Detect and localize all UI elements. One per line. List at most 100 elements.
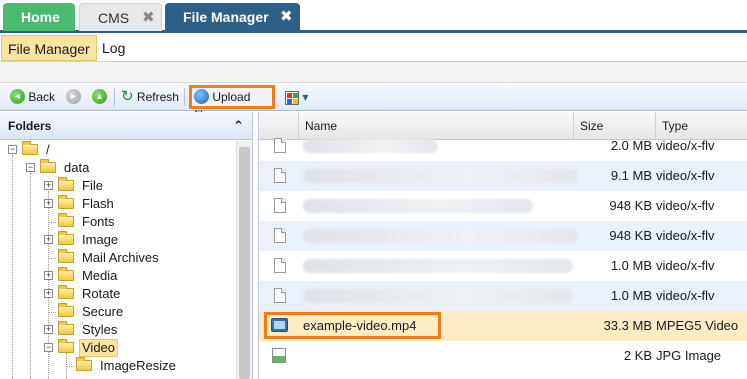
tree-node[interactable]: + Flash (0, 195, 236, 213)
table-row[interactable]: 1.0 MB video/x-flv (259, 281, 747, 311)
folder-icon (58, 213, 74, 227)
file-type: JPG Image (656, 348, 722, 363)
tree-node-label: Video (79, 339, 119, 357)
folder-icon (58, 195, 74, 209)
main-tab-bar: Home CMS ✖ File Manager ✖ (0, 0, 747, 33)
file-icon (274, 258, 286, 273)
up-button[interactable]: ▴ (92, 87, 107, 107)
folders-header: Folders ⌃ (0, 112, 252, 140)
scrollbar-thumb[interactable] (239, 147, 250, 379)
table-row[interactable]: 9.1 MB video/x-flv (259, 161, 747, 191)
tree-node-label: Fonts (82, 214, 115, 229)
back-label: Back (28, 90, 56, 104)
collapse-toggle-icon[interactable]: − (8, 145, 17, 154)
blurred-file-name (303, 199, 533, 213)
tree-node[interactable]: − data (0, 159, 236, 177)
file-size: 948 KB (609, 198, 652, 213)
collapse-icon[interactable]: ⌃ (233, 112, 244, 140)
file-icon (274, 288, 286, 303)
file-type: video/x-flv (656, 168, 715, 183)
blurred-file-name (303, 289, 573, 303)
upload-files-button[interactable]: Upload files (189, 85, 275, 122)
tree-node[interactable]: + File (0, 177, 236, 195)
expand-toggle-icon[interactable]: + (44, 199, 53, 208)
tree-node[interactable]: − / (0, 141, 236, 159)
file-size: 948 KB (609, 228, 652, 243)
folder-open-icon (22, 141, 38, 155)
chevron-down-icon: ▾ (302, 90, 309, 104)
folder-tree: − / − data + File + Flash Fonts + Image … (0, 141, 236, 379)
blurred-file-name (303, 259, 573, 273)
folders-panel: Folders ⌃ − / − data + File + Flash Font… (0, 112, 253, 379)
tree-node[interactable]: ImageResize (0, 357, 236, 375)
folder-icon (58, 303, 74, 317)
tab-home[interactable]: Home (3, 3, 75, 31)
expand-toggle-icon[interactable]: + (44, 289, 53, 298)
view-mode-button[interactable]: ▾ (285, 87, 308, 107)
file-type: MPEG5 Video (656, 318, 739, 333)
forward-button[interactable]: ▸ (66, 87, 81, 107)
file-type: video/x-flv (656, 198, 715, 213)
file-size: 2 KB (623, 348, 652, 363)
subtab-log[interactable]: Log (96, 35, 131, 61)
folders-scrollbar[interactable] (236, 141, 252, 379)
tree-node-label: Media (82, 268, 118, 283)
toolbar-divider (114, 88, 115, 106)
table-row[interactable]: 948 KB video/x-flv (259, 221, 747, 251)
jpg-file-icon (272, 348, 286, 363)
tree-line (66, 366, 74, 367)
table-row[interactable]: 1.0 MB video/x-flv (259, 251, 747, 281)
globe-upload-icon (194, 89, 209, 105)
collapse-toggle-icon[interactable]: − (26, 163, 35, 172)
view-grid-icon (285, 90, 299, 105)
tree-line (48, 258, 56, 259)
back-button[interactable]: ◂ Back (10, 87, 55, 107)
tree-node-label: Styles (82, 322, 118, 337)
refresh-label: Refresh (136, 90, 179, 104)
folder-icon (58, 267, 74, 281)
expand-toggle-icon[interactable]: + (44, 235, 53, 244)
expand-toggle-icon[interactable]: + (44, 181, 53, 190)
refresh-button[interactable]: ↻ Refresh (121, 87, 179, 107)
file-size: 1.0 MB (610, 258, 652, 273)
tree-node-label: Rotate (82, 286, 121, 301)
tree-node-label: ImageResize (100, 358, 176, 373)
file-type: video/x-flv (656, 258, 715, 273)
table-row-selected[interactable]: example-video.mp4 33.3 MB MPEG5 Video (259, 311, 747, 341)
table-row[interactable]: 2.0 MB video/x-flv (259, 131, 747, 161)
tree-node[interactable]: + Media (0, 267, 236, 285)
tab-cms[interactable]: CMS ✖ (79, 3, 162, 31)
tree-node-label: Image (82, 232, 119, 247)
spacer (0, 62, 747, 83)
tab-home-label: Home (21, 9, 60, 25)
file-icon (274, 168, 286, 183)
sub-tab-bar: File Manager Log (0, 33, 747, 62)
table-row[interactable]: 948 KB video/x-flv (259, 191, 747, 221)
file-type: video/x-flv (656, 228, 715, 243)
tree-node[interactable]: Mail Archives (0, 249, 236, 267)
tree-node-selected[interactable]: − Video (0, 339, 236, 357)
close-icon[interactable]: ✖ (142, 4, 155, 32)
collapse-toggle-icon[interactable]: − (44, 343, 53, 352)
tree-node[interactable]: + Rotate (0, 285, 236, 303)
tree-node[interactable]: Secure (0, 303, 236, 321)
table-row[interactable]: 2 KB JPG Image (259, 341, 747, 371)
folder-open-icon (40, 159, 56, 173)
toolbar-divider (184, 88, 185, 106)
subtab-file-manager[interactable]: File Manager (1, 35, 97, 61)
expand-toggle-icon[interactable]: + (44, 271, 53, 280)
tree-node[interactable]: + Styles (0, 321, 236, 339)
file-name: example-video.mp4 (303, 318, 417, 333)
folder-icon (58, 231, 74, 245)
folder-icon (58, 285, 74, 299)
blurred-file-name (303, 169, 578, 183)
expand-toggle-icon[interactable]: + (44, 325, 53, 334)
tree-node[interactable]: + Image (0, 231, 236, 249)
file-size: 33.3 MB (603, 318, 652, 333)
folder-icon (58, 321, 74, 335)
tree-line (48, 312, 56, 313)
toolbar: ◂ Back ▸ ▴ ↻ Refresh Upload files ▾ (0, 83, 747, 122)
close-icon[interactable]: ✖ (280, 3, 293, 31)
tree-node[interactable]: Fonts (0, 213, 236, 231)
tab-file-manager[interactable]: File Manager ✖ (165, 3, 300, 31)
